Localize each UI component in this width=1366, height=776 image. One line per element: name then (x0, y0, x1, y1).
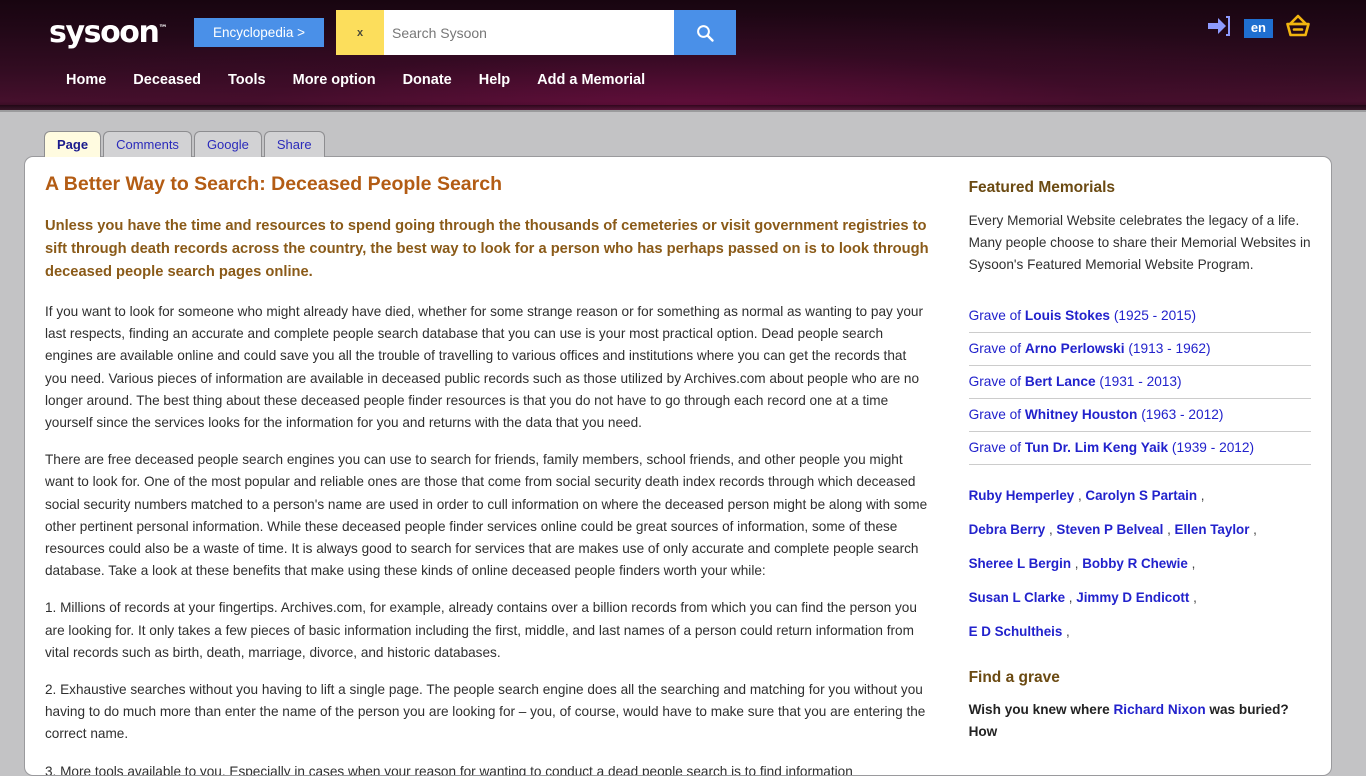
tab-bar: Page Comments Google Share (44, 131, 325, 157)
grave-years: (1925 - 2015) (1110, 308, 1197, 323)
name-separator: , (1065, 590, 1077, 605)
article-paragraph-3: 1. Millions of records at your fingertip… (45, 600, 917, 660)
language-badge[interactable]: en (1243, 19, 1273, 38)
site-header: sysoon™ Encyclopedia > x en (0, 0, 1366, 112)
article-paragraph-5: 3. More tools available to you. Especial… (45, 763, 853, 776)
featured-memorials-text: Every Memorial Website celebrates the le… (968, 213, 1311, 272)
names-line-0: Ruby Hemperley , Carolyn S Partain , (969, 479, 1311, 513)
name-separator: , (1045, 522, 1057, 537)
grave-prefix: Grave of (968, 341, 1025, 356)
grave-link-4[interactable]: Grave of Tun Dr. Lim Keng Yaik (1939 - 2… (968, 432, 1311, 465)
nav-item-add-memorial[interactable]: Add a Memorial (537, 72, 645, 88)
find-a-grave-title: Find a grave (968, 669, 1060, 686)
grave-prefix: Grave of (968, 407, 1025, 422)
grave-name: Louis Stokes (1024, 308, 1111, 323)
article-paragraph-2: There are free deceased people search en… (45, 452, 928, 579)
article-lede: Unless you have the time and resources t… (45, 218, 929, 280)
grave-name: Arno Perlowski (1024, 341, 1125, 356)
grave-link-3[interactable]: Grave of Whitney Houston (1963 - 2012) (968, 399, 1311, 432)
name-separator: , (1189, 590, 1197, 605)
memorial-name-link[interactable]: Carolyn S Partain (1085, 488, 1197, 503)
basket-icon[interactable] (1285, 14, 1311, 43)
nav-item-deceased[interactable]: Deceased (133, 72, 201, 88)
memorial-name-link[interactable]: Susan L Clarke (969, 590, 1066, 605)
names-line-2: Sheree L Bergin , Bobby R Chewie , (969, 547, 1311, 581)
grave-link-2[interactable]: Grave of Bert Lance (1931 - 2013) (968, 366, 1311, 399)
encyclopedia-button[interactable]: Encyclopedia > (194, 18, 324, 47)
article-paragraph-1: If you want to look for someone who migh… (45, 304, 924, 431)
search-icon (697, 24, 714, 42)
name-separator: , (1197, 488, 1205, 503)
grave-years: (1913 - 1962) (1124, 341, 1211, 356)
featured-memorials-title: Featured Memorials (968, 179, 1115, 196)
find-a-grave-text: Wish you knew where Richard Nixon was bu… (969, 699, 1311, 743)
content-card: A Better Way to Search: Deceased People … (24, 156, 1332, 776)
memorial-names-block: Ruby Hemperley , Carolyn S Partain , Deb… (969, 479, 1311, 649)
richard-nixon-link[interactable]: Richard Nixon (1113, 702, 1205, 717)
name-separator: , (1249, 522, 1257, 537)
name-separator: , (1062, 624, 1070, 639)
memorial-name-link[interactable]: Bobby R Chewie (1082, 556, 1188, 571)
grave-prefix: Grave of (968, 308, 1025, 323)
grave-link-0[interactable]: Grave of Louis Stokes (1925 - 2015) (968, 300, 1311, 333)
article-column: A Better Way to Search: Deceased People … (25, 157, 949, 775)
memorial-name-link[interactable]: Debra Berry (969, 522, 1046, 537)
login-arrow-icon[interactable] (1206, 14, 1232, 43)
sidebar-column: Featured Memorials Every Memorial Websit… (949, 157, 1331, 775)
name-separator: , (1187, 556, 1196, 571)
header-right-icons: en (1206, 14, 1311, 43)
nav-item-help[interactable]: Help (479, 72, 510, 88)
grave-prefix: Grave of (968, 374, 1025, 389)
grave-years: (1931 - 2013) (1095, 374, 1182, 389)
grave-years: (1963 - 2012) (1137, 407, 1224, 422)
nav-item-donate[interactable]: Donate (403, 72, 452, 88)
tab-google[interactable]: Google (193, 131, 262, 157)
tab-page[interactable]: Page (44, 131, 102, 157)
grave-name: Bert Lance (1024, 374, 1096, 389)
memorial-name-link[interactable]: Ellen Taylor (1175, 522, 1250, 537)
grave-name: Whitney Houston (1024, 407, 1138, 422)
name-separator: , (1163, 522, 1175, 537)
memorial-name-link[interactable]: E D Schultheis (969, 624, 1063, 639)
memorial-name-link[interactable]: Steven P Belveal (1056, 522, 1163, 537)
article-paragraph-4: 2. Exhaustive searches without you havin… (45, 682, 926, 742)
search-clear-button[interactable]: x (336, 10, 384, 55)
names-line-4: E D Schultheis , (969, 615, 1311, 649)
find-grave-pre: Wish you knew where (968, 702, 1114, 717)
logo-trademark: ™ (158, 24, 168, 34)
memorial-name-link[interactable]: Ruby Hemperley (969, 488, 1075, 503)
names-line-1: Debra Berry , Steven P Belveal , Ellen T… (969, 513, 1311, 547)
search-submit-button[interactable] (674, 10, 736, 55)
site-logo[interactable]: sysoon™ (49, 14, 167, 48)
memorial-name-link[interactable]: Sheree L Bergin (969, 556, 1071, 571)
main-navigation: Home Deceased Tools More option Donate H… (0, 72, 1366, 88)
grave-name: Tun Dr. Lim Keng Yaik (1024, 440, 1169, 455)
tab-comments[interactable]: Comments (103, 131, 192, 157)
grave-prefix: Grave of (968, 440, 1025, 455)
nav-item-tools[interactable]: Tools (228, 72, 266, 88)
nav-item-more-option[interactable]: More option (293, 72, 376, 88)
search-input[interactable] (384, 10, 674, 55)
logo-text: sysoon (49, 15, 160, 50)
name-separator: , (1074, 488, 1086, 503)
nav-item-home[interactable]: Home (66, 72, 106, 88)
page-title: A Better Way to Search: Deceased People … (45, 173, 502, 195)
name-separator: , (1071, 556, 1083, 571)
search-bar: x (336, 10, 736, 55)
tab-share[interactable]: Share (263, 131, 325, 157)
memorial-name-link[interactable]: Jimmy D Endicott (1076, 590, 1189, 605)
names-line-3: Susan L Clarke , Jimmy D Endicott , (969, 581, 1311, 615)
grave-link-1[interactable]: Grave of Arno Perlowski (1913 - 1962) (968, 333, 1311, 366)
grave-years: (1939 - 2012) (1168, 440, 1255, 455)
